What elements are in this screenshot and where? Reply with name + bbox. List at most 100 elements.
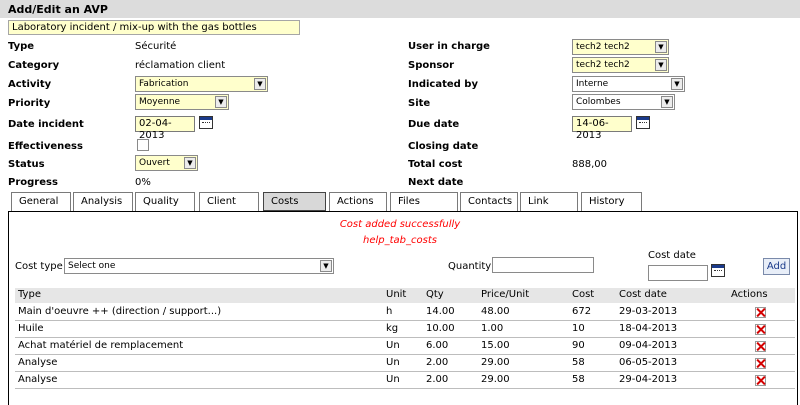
cell-cost: 58 (572, 357, 585, 368)
delete-icon[interactable] (755, 307, 766, 318)
tab-actions[interactable]: Actions (329, 192, 387, 211)
cell-date: 18-04-2013 (619, 323, 678, 334)
chevron-down-icon: ▼ (215, 96, 227, 108)
col-price: Price/Unit (481, 289, 530, 300)
cell-date: 09-04-2013 (619, 340, 678, 351)
cell-cost: 90 (572, 340, 585, 351)
cost-date-label: Cost date (648, 250, 696, 261)
cell-type: Achat matériel de remplacement (18, 340, 184, 351)
user-in-charge-select[interactable]: tech2 tech2 ▼ (572, 39, 669, 55)
chevron-down-icon: ▼ (671, 78, 683, 90)
due-date-input[interactable]: 14-06-2013 (572, 116, 632, 141)
priority-select[interactable]: Moyenne ▼ (135, 94, 229, 110)
tab-contacts[interactable]: Contacts (460, 192, 518, 211)
col-unit: Unit (386, 289, 407, 300)
activity-label: Activity (8, 79, 52, 90)
activity-select-value: Fabrication (139, 79, 189, 89)
sponsor-select[interactable]: tech2 tech2 ▼ (572, 57, 669, 73)
table-row: Main d'oeuvre ++ (direction / support...… (15, 304, 795, 321)
cell-qty: 2.00 (426, 357, 449, 368)
cell-price: 29.00 (481, 357, 510, 368)
col-cost: Cost (572, 289, 595, 300)
chevron-down-icon: ▼ (655, 59, 667, 71)
cell-qty: 6.00 (426, 340, 449, 351)
col-type: Type (18, 289, 41, 300)
cell-type: Huile (18, 323, 44, 334)
table-row: Analyse Un 2.00 29.00 58 29-04-2013 (15, 372, 795, 389)
delete-icon[interactable] (755, 375, 766, 386)
indicated-by-select[interactable]: Interne ▼ (572, 76, 685, 92)
sponsor-value: tech2 tech2 (576, 60, 630, 70)
closing-date-label: Closing date (408, 141, 479, 152)
tab-quality[interactable]: Quality (135, 192, 195, 211)
calendar-icon[interactable] (636, 116, 650, 129)
tab-files[interactable]: Files (390, 192, 458, 211)
cell-price: 48.00 (481, 306, 510, 317)
sponsor-label: Sponsor (408, 60, 455, 71)
site-select[interactable]: Colombes ▼ (572, 94, 675, 110)
quantity-input[interactable] (492, 257, 594, 273)
cell-type: Main d'oeuvre ++ (direction / support...… (18, 306, 222, 317)
cost-type-select[interactable]: Select one ▼ (64, 258, 334, 274)
cost-date-input[interactable] (648, 265, 708, 281)
tab-link[interactable]: Link (520, 192, 578, 211)
tab-general[interactable]: General (11, 192, 71, 211)
cell-qty: 14.00 (426, 306, 455, 317)
user-in-charge-value: tech2 tech2 (576, 42, 630, 52)
success-message: Cost added successfully (339, 219, 461, 230)
tab-costs[interactable]: Costs (263, 192, 326, 211)
tab-history[interactable]: History (581, 192, 642, 211)
calendar-icon[interactable] (199, 116, 213, 129)
date-incident-label: Date incident (8, 119, 84, 130)
priority-select-value: Moyenne (139, 97, 181, 107)
cell-date: 29-03-2013 (619, 306, 678, 317)
cell-price: 29.00 (481, 374, 510, 385)
progress-value: 0% (135, 177, 151, 188)
cell-cost: 58 (572, 374, 585, 385)
tab-analysis[interactable]: Analysis (73, 192, 133, 211)
delete-icon[interactable] (755, 358, 766, 369)
user-in-charge-label: User in charge (408, 41, 490, 52)
table-row: Huile kg 10.00 1.00 10 18-04-2013 (15, 321, 795, 338)
costs-table-header: Type Unit Qty Price/Unit Cost Cost date … (15, 288, 795, 303)
cell-unit: h (386, 306, 393, 317)
cell-unit: Un (386, 374, 400, 385)
add-cost-button[interactable]: Add (763, 258, 790, 275)
table-row: Achat matériel de remplacement Un 6.00 1… (15, 338, 795, 355)
cell-unit: Un (386, 357, 400, 368)
next-date-label: Next date (408, 177, 464, 188)
chevron-down-icon: ▼ (655, 41, 667, 53)
effectiveness-label: Effectiveness (8, 141, 83, 152)
chevron-down-icon: ▼ (254, 78, 266, 90)
date-incident-input[interactable]: 02-04-2013 (135, 116, 195, 141)
cost-type-label: Cost type (15, 261, 63, 272)
cell-date: 29-04-2013 (619, 374, 678, 385)
indicated-by-label: Indicated by (408, 79, 478, 90)
cost-type-value: Select one (68, 261, 116, 271)
delete-icon[interactable] (755, 324, 766, 335)
cell-price: 15.00 (481, 340, 510, 351)
cell-unit: kg (386, 323, 399, 334)
tab-client[interactable]: Client (199, 192, 259, 211)
category-value: réclamation client (135, 60, 226, 71)
delete-icon[interactable] (755, 341, 766, 352)
cell-unit: Un (386, 340, 400, 351)
cell-date: 06-05-2013 (619, 357, 678, 368)
title-input[interactable]: Laboratory incident / mix-up with the ga… (8, 20, 300, 35)
table-row: Analyse Un 2.00 29.00 58 06-05-2013 (15, 355, 795, 372)
chevron-down-icon: ▼ (184, 157, 196, 169)
cell-cost: 672 (572, 306, 592, 317)
status-select[interactable]: Ouvert ▼ (135, 155, 198, 171)
status-select-value: Ouvert (139, 158, 170, 168)
total-cost-value: 888,00 (572, 159, 607, 170)
status-label: Status (8, 159, 45, 170)
chevron-down-icon: ▼ (661, 96, 673, 108)
total-cost-label: Total cost (408, 159, 463, 170)
calendar-icon[interactable] (711, 264, 725, 277)
cell-type: Analyse (18, 357, 58, 368)
activity-select[interactable]: Fabrication ▼ (135, 76, 268, 92)
indicated-by-value: Interne (576, 79, 609, 89)
cell-price: 1.00 (481, 323, 504, 334)
quantity-label: Quantity (448, 261, 492, 272)
effectiveness-checkbox[interactable] (137, 139, 149, 151)
